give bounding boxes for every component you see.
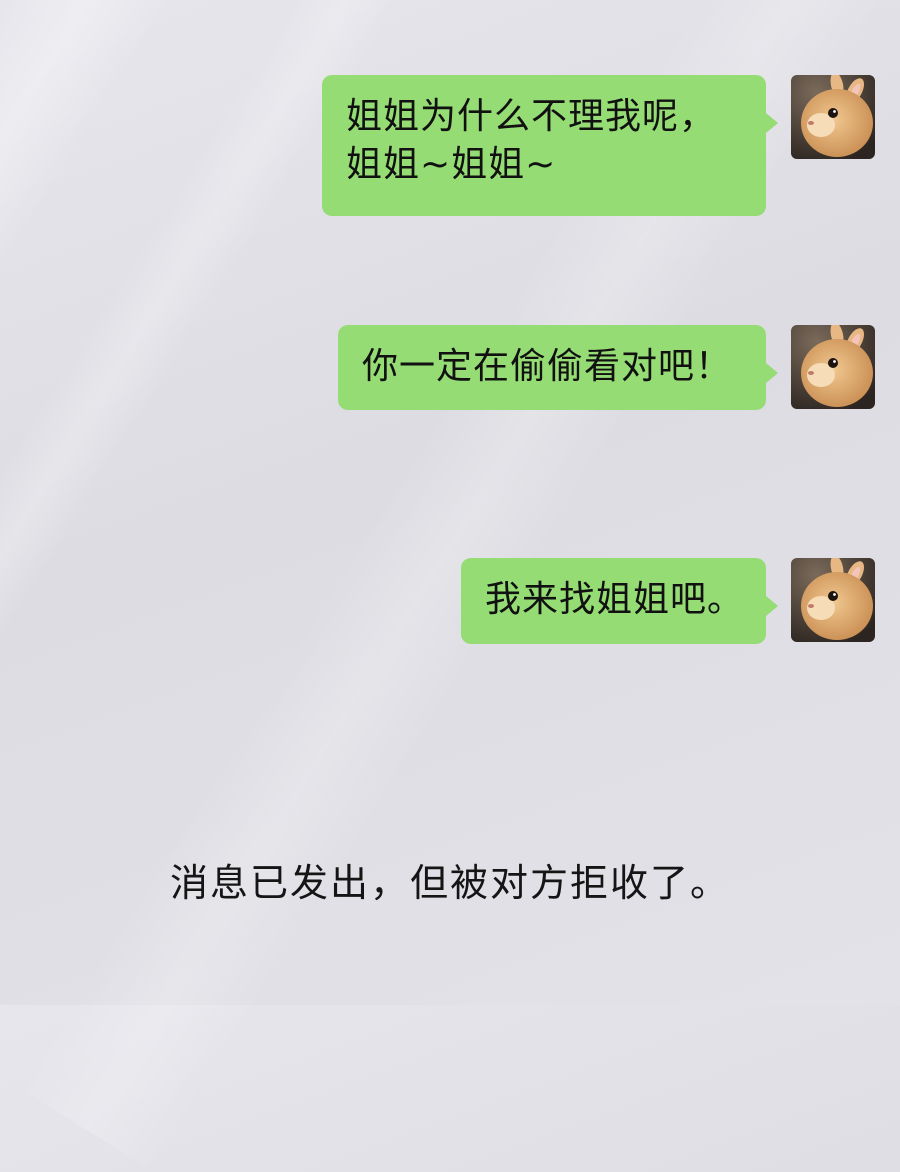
system-notice: 消息已发出，但被对方拒收了。: [169, 861, 730, 905]
rabbit-avatar-icon[interactable]: [791, 75, 875, 159]
rabbit-avatar-icon[interactable]: [791, 558, 875, 642]
message-row: 姐姐为什么不理我呢， 姐姐~姐姐~: [322, 75, 875, 216]
message-bubble[interactable]: 姐姐为什么不理我呢， 姐姐~姐姐~: [322, 75, 778, 216]
message-bubble[interactable]: 我来找姐姐吧。: [461, 558, 778, 644]
message-row: 你一定在偷偷看对吧！: [338, 325, 875, 410]
chat-message-list[interactable]: 姐姐为什么不理我呢， 姐姐~姐姐~ 你一定在偷偷看对吧！ 我来找姐姐吧。 消息已…: [0, 0, 900, 1005]
message-row: 我来找姐姐吧。: [461, 558, 875, 644]
message-bubble[interactable]: 你一定在偷偷看对吧！: [338, 325, 778, 410]
rabbit-avatar-icon[interactable]: [791, 325, 875, 409]
